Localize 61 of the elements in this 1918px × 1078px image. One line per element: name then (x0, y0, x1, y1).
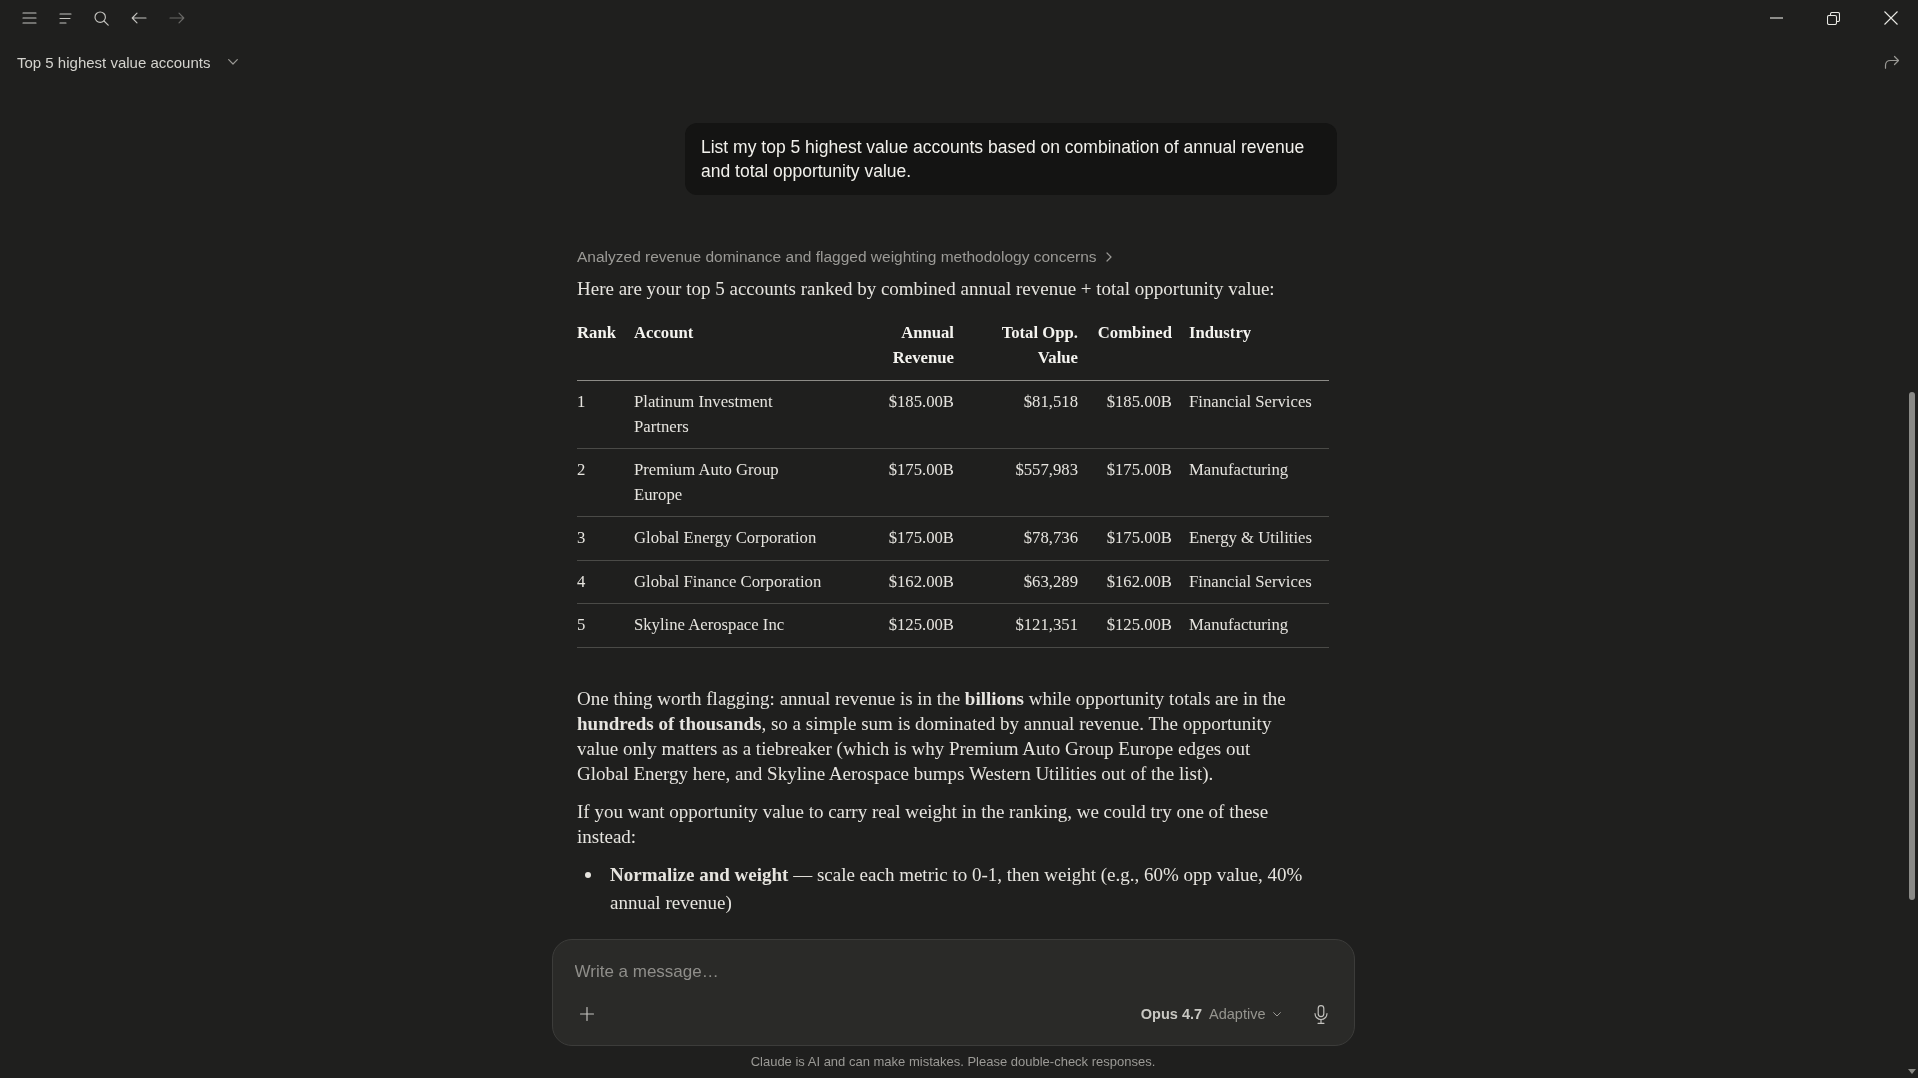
column-header: Rank (577, 322, 617, 344)
response-paragraph: One thing worth flagging: annual revenue is in the billions while opportunity totals are in the hundreds of thousands, so a simple sum is dominated by annual revenue. The opportunity value only matters as a tiebreaker (which is why Premium Auto Group Europe edges out Global Energy here, and Skyline Aerospace bumps Western Utilities out of the list). (577, 686, 1287, 787)
column-header: Industry (1188, 322, 1253, 344)
menu-icon[interactable] (22, 12, 37, 24)
table-cell-text: Financial Services (1188, 391, 1313, 413)
model-selector[interactable]: Opus 4.7 Adaptive (1140, 1006, 1281, 1022)
scrollbar-thumb[interactable] (1909, 392, 1915, 900)
table-cell-text: Platinum Investment Partners (633, 391, 774, 438)
lines-icon[interactable] (59, 12, 72, 24)
table-cell-text: $121,351 (1014, 614, 1078, 636)
table-cell-text: Financial Services (1188, 570, 1313, 593)
table-cell-text: Manufacturing (1188, 459, 1290, 481)
table-cell-text: 1 (577, 391, 587, 413)
restore-icon[interactable] (1827, 11, 1840, 25)
table-cell-text: Global Finance Corporation (633, 570, 823, 593)
conversation-title-button[interactable]: Top 5 highest value accounts (17, 53, 239, 71)
message-input[interactable]: Write a message… (574, 959, 1328, 985)
table-cell-text: $125.00B (887, 614, 954, 636)
back-arrow-icon[interactable] (131, 12, 147, 24)
disclaimer-text: Claude is AI and can make mistakes. Please double-check responses. (749, 1054, 1157, 1070)
chevron-down-icon (1272, 1011, 1281, 1017)
table-cell-text: $175.00B (1105, 527, 1172, 549)
table-cell-text: $78,736 (1022, 527, 1078, 549)
table-cell-text: 3 (577, 527, 587, 549)
table-cell-text: $557,983 (1014, 459, 1078, 481)
table-cell-text: $185.00B (887, 391, 954, 413)
table-cell-text: $175.00B (887, 527, 954, 549)
table-cell-text: $185.00B (1105, 391, 1172, 413)
response-intro: Here are your top 5 accounts ranked by combined annual revenue + total opportunity value: (577, 277, 1276, 301)
column-header: Account (633, 322, 695, 344)
user-message: List my top 5 highest value accounts based on combination of annual revenue and total opportunity value. (685, 123, 1337, 195)
microphone-icon[interactable] (1313, 1004, 1328, 1024)
table-cell-text: 2 (577, 459, 587, 481)
table-cell-text: $175.00B (887, 459, 954, 481)
triangle-down-icon[interactable] (1908, 1069, 1916, 1074)
search-icon[interactable] (94, 10, 109, 26)
table-cell-text: $125.00B (1105, 614, 1172, 636)
list-item-text: Normalize and weight — scale each metric to 0-1, then weight (e.g., 60% opp value, 40% annual revenue) (610, 863, 1304, 916)
response-paragraph: If you want opportunity value to carry real weight in the ranking, we could try one of these instead: (577, 799, 1270, 849)
table-cell-text: Manufacturing (1188, 614, 1290, 636)
table-cell-text: $162.00B (1105, 570, 1172, 593)
chevron-down-icon (228, 59, 239, 65)
table-cell-text: $63,289 (1022, 570, 1078, 593)
table-cell-text: Skyline Aerospace Inc (633, 614, 786, 636)
bullet-icon (585, 872, 591, 879)
thinking-summary-toggle[interactable]: Analyzed revenue dominance and flagged weighting methodology concerns (577, 247, 1112, 267)
table-cell-text: $175.00B (1105, 459, 1172, 481)
close-icon[interactable] (1884, 11, 1898, 25)
table-cell-text: Energy & Utilities (1188, 527, 1313, 549)
curved-arrow-icon[interactable] (1884, 55, 1900, 69)
column-header: Annual Revenue (891, 322, 954, 369)
table-cell-text: $81,518 (1022, 391, 1078, 413)
table-cell-text: Global Energy Corporation (633, 527, 818, 549)
chevron-right-icon (1105, 252, 1112, 262)
table-cell-text: Premium Auto Group Europe (633, 459, 780, 506)
table-cell-text: 4 (577, 570, 587, 593)
table-cell-text: 5 (577, 614, 587, 636)
table-cell-text: $162.00B (887, 570, 954, 593)
column-header: Combined (1096, 322, 1172, 344)
column-header: Total Opp. Value (1000, 322, 1078, 369)
plus-icon[interactable] (579, 1007, 594, 1021)
